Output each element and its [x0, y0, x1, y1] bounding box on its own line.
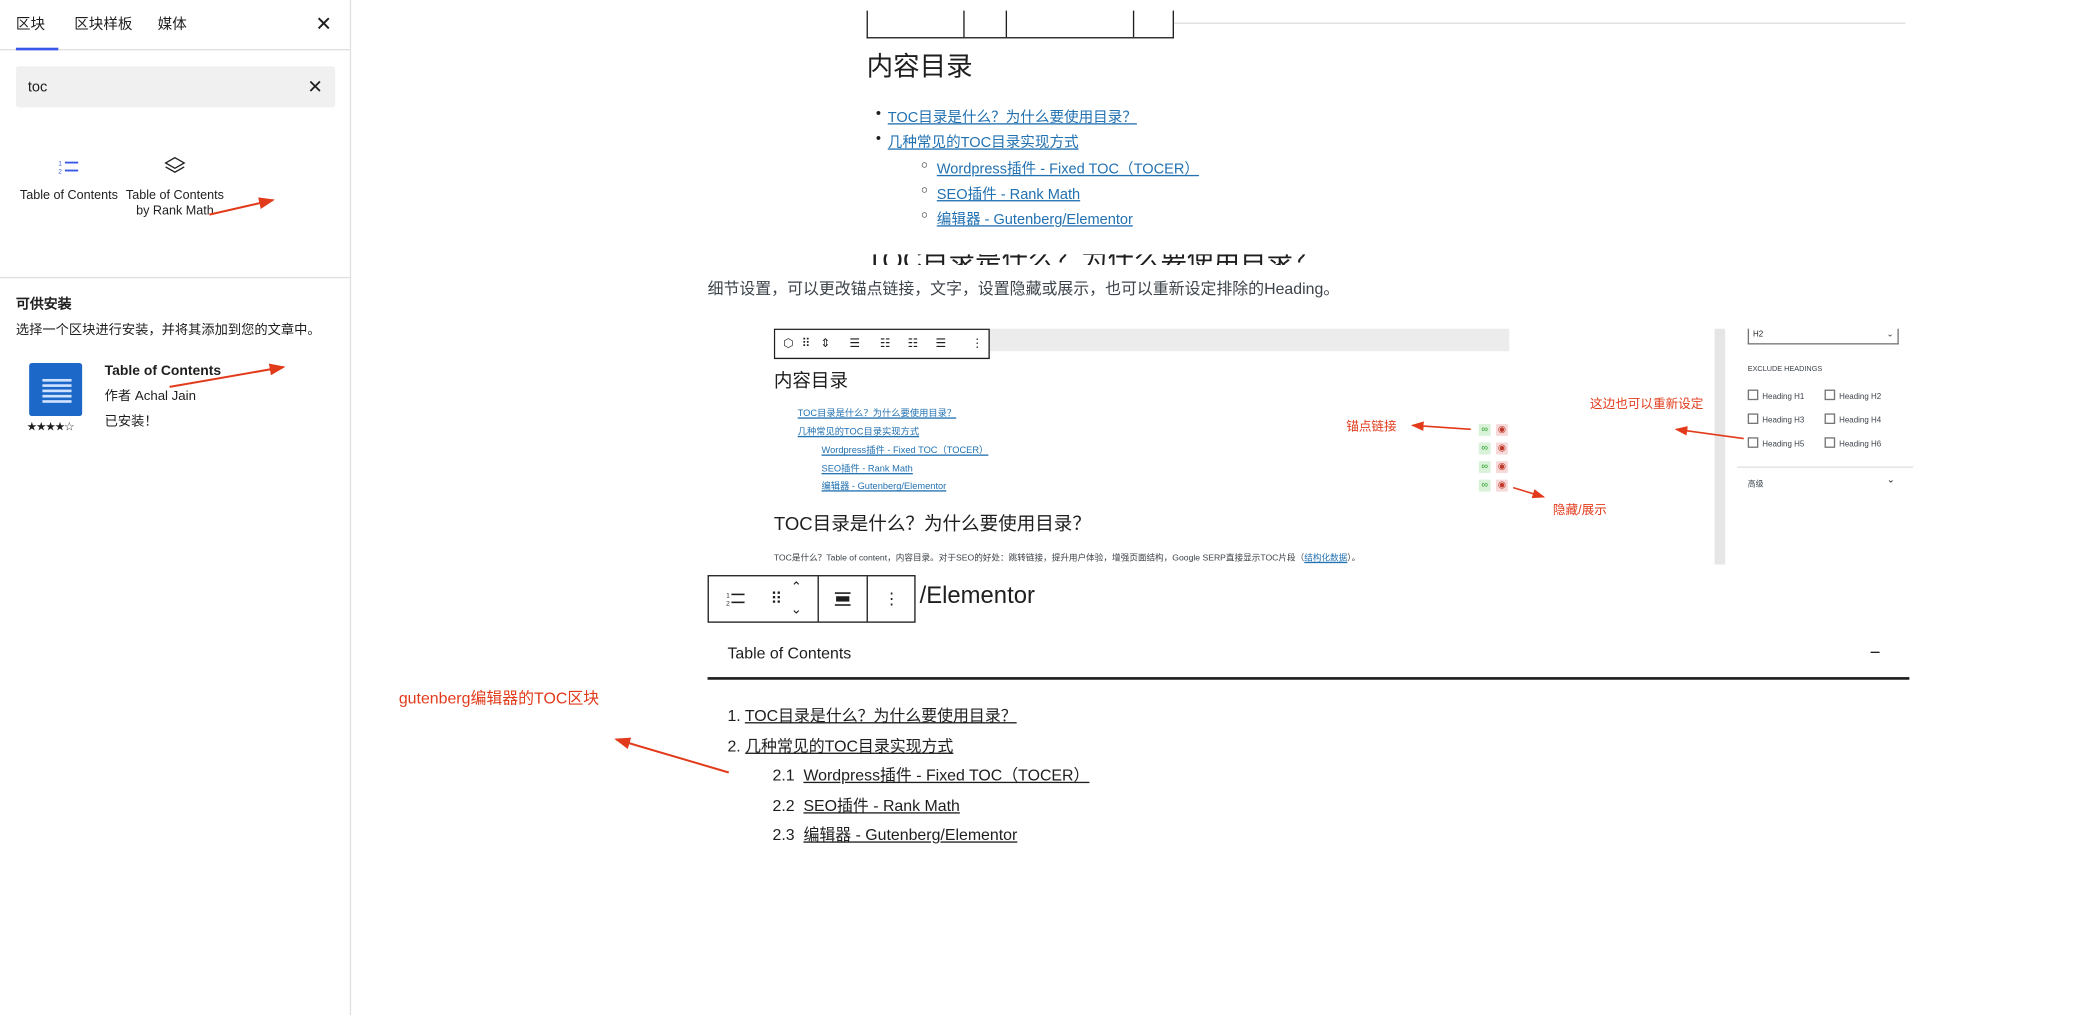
more-options-icon[interactable]: ⋮: [868, 576, 916, 621]
toolbar-fragment: [866, 10, 1174, 39]
numbered-list-icon[interactable]: 12: [709, 576, 762, 621]
plugin-status: 已安装！: [104, 414, 158, 430]
divider: [0, 276, 350, 279]
chevron-down-icon: ⌄: [1886, 475, 1895, 485]
settings-panel: H2 ⌄ EXCLUDE HEADINGS Heading H1 Heading …: [1714, 328, 1914, 565]
exclude-label: EXCLUDE HEADINGS: [1747, 365, 1823, 374]
embedded-screenshot: ⬡ ⠿ ⇕ ☰ ☷ ☷ ☰ ⋮ 内容目录 TOC目录是什么？为什么要使用目录？ …: [773, 328, 1914, 565]
svg-text:1: 1: [58, 161, 62, 168]
more-options-icon: ⋮: [971, 336, 984, 350]
shot-link: TOC目录是什么？为什么要使用目录？: [797, 409, 957, 419]
elementor-heading-fragment: /Elementor: [919, 581, 1035, 609]
toc-block-item[interactable]: 2. 几种常见的TOC目录实现方式: [727, 734, 953, 757]
align-icon[interactable]: [819, 576, 867, 621]
checkbox: Heading H3: [1748, 413, 1804, 425]
tab-patterns[interactable]: 区块样板: [74, 0, 132, 50]
checkbox: Heading H5: [1748, 437, 1804, 449]
cube-icon: [122, 148, 228, 188]
close-icon[interactable]: ✕: [315, 13, 332, 37]
toc-link[interactable]: Wordpress插件 - Fixed TOC（TOCER）: [921, 158, 1199, 179]
outdent-icon: ☰: [935, 336, 947, 350]
block-table-of-contents[interactable]: 12 Table of Contents: [16, 148, 122, 204]
collapse-icon[interactable]: −: [1870, 641, 1881, 662]
shot-paragraph: TOC是什么？Table of content，内容目录。对于SEO的好处：跳转…: [773, 553, 1361, 564]
toc-block-subitem[interactable]: 2.1 Wordpress插件 - Fixed TOC（TOCER）: [772, 763, 1089, 786]
eye-icon: ◉: [1495, 461, 1508, 474]
toc-heading: 内容目录: [866, 53, 973, 83]
scrollbar: [1714, 328, 1726, 565]
divider: [1173, 22, 1906, 24]
block-toolbar: 12 ⠿ ⌃ ⌄ ⋮: [707, 575, 916, 623]
shot-link: 编辑器 - Gutenberg/Elementor: [821, 482, 947, 492]
move-icon: ⇕: [820, 336, 831, 350]
toc-block-title: Table of Contents: [727, 643, 852, 663]
search-field: ✕: [15, 66, 336, 108]
shot-link: 几种常见的TOC目录实现方式: [797, 427, 920, 438]
install-heading: 可供安装: [15, 296, 72, 313]
chevron-down-icon: ⌄: [1886, 331, 1894, 340]
shot-link: Wordpress插件 - Fixed TOC（TOCER）: [821, 446, 989, 456]
link-icon: ∞: [1478, 461, 1491, 474]
tab-media[interactable]: 媒体: [158, 0, 187, 50]
shot-heading: 内容目录: [773, 369, 849, 391]
align-icon: ☰: [849, 336, 861, 350]
shot-h2: TOC目录是什么？为什么要使用目录？: [773, 512, 1091, 534]
toc-block-subitem[interactable]: 2.2 SEO插件 - Rank Math: [772, 794, 959, 817]
block-inserter-sidebar: 区块 区块样板 媒体 ✕ ✕ 12 Table of Contents Tabl…: [0, 0, 352, 1015]
checkbox: Heading H6: [1825, 437, 1881, 449]
block-toolbar-small: ⬡ ⠿ ⇕ ☰ ☷ ☷ ☰ ⋮: [773, 328, 990, 360]
clear-search-icon[interactable]: ✕: [307, 74, 323, 98]
checkbox: Heading H4: [1825, 413, 1881, 425]
inserter-tabs: 区块 区块样板 媒体 ✕: [0, 0, 350, 51]
svg-text:2: 2: [58, 169, 62, 175]
divider: [707, 677, 1910, 680]
checkbox: Heading H2: [1825, 390, 1881, 402]
block-label: Table of Contents by Rank Math: [125, 188, 224, 219]
move-up-down-icon[interactable]: ⌃ ⌄: [780, 576, 812, 621]
toc-link[interactable]: TOC目录是什么？为什么要使用目录？: [876, 106, 1137, 127]
toc-link[interactable]: 几种常见的TOC目录实现方式: [876, 131, 1079, 152]
numbered-list-icon: ☷: [907, 336, 919, 350]
link-icon: ∞: [1478, 442, 1491, 455]
rating-stars: ★★★★☆: [26, 420, 75, 434]
checkbox: Heading H1: [1748, 390, 1804, 402]
toc-block-item[interactable]: 1. TOC目录是什么？为什么要使用目录？: [727, 704, 1016, 727]
annotation-gutenberg: gutenberg编辑器的TOC区块: [398, 689, 600, 708]
svg-text:2: 2: [726, 601, 730, 607]
annotation-reset: 这边也可以重新设定: [1590, 397, 1704, 413]
numbered-list-icon: 12: [16, 148, 122, 188]
install-description: 选择一个区块进行安装，并将其添加到您的文章中。: [15, 323, 321, 338]
cut-heading: TOC目录是什么？为什么要使用目录？: [867, 254, 1318, 265]
block-toc-rank-math[interactable]: Table of Contents by Rank Math: [122, 148, 228, 220]
detail-text: 细节设置，可以更改锚点链接，文字，设置隐藏或展示，也可以重新设定排除的Headi…: [707, 279, 1340, 299]
tab-blocks[interactable]: 区块: [15, 0, 59, 51]
block-label: Table of Contents: [19, 188, 118, 203]
plugin-author: 作者 Achal Jain: [104, 389, 197, 405]
heading-select: H2 ⌄: [1747, 328, 1899, 345]
eye-icon: ◉: [1495, 479, 1508, 492]
drag-handle-icon: ⠿: [801, 336, 811, 350]
plugin-icon[interactable]: [29, 363, 83, 417]
toc-link[interactable]: 编辑器 - Gutenberg/Elementor: [921, 208, 1133, 229]
bullet-list-icon: ☷: [879, 336, 891, 350]
toc-link[interactable]: SEO插件 - Rank Math: [921, 183, 1080, 204]
annotation-hide: 隐藏/展示: [1552, 503, 1607, 519]
eye-icon: ◉: [1495, 424, 1508, 436]
advanced-label: 高级: [1747, 480, 1764, 489]
search-input[interactable]: [27, 66, 293, 108]
annotation-anchor: 锚点链接: [1346, 420, 1397, 435]
eye-icon: ◉: [1495, 442, 1508, 455]
plugin-title[interactable]: Table of Contents: [105, 363, 221, 379]
cube-icon: ⬡: [783, 336, 794, 350]
toc-block-subitem[interactable]: 2.3 编辑器 - Gutenberg/Elementor: [772, 823, 1017, 846]
link-icon: ∞: [1478, 479, 1491, 492]
shot-link: SEO插件 - Rank Math: [821, 465, 913, 475]
svg-text:1: 1: [726, 593, 730, 600]
link-icon: ∞: [1478, 424, 1491, 436]
